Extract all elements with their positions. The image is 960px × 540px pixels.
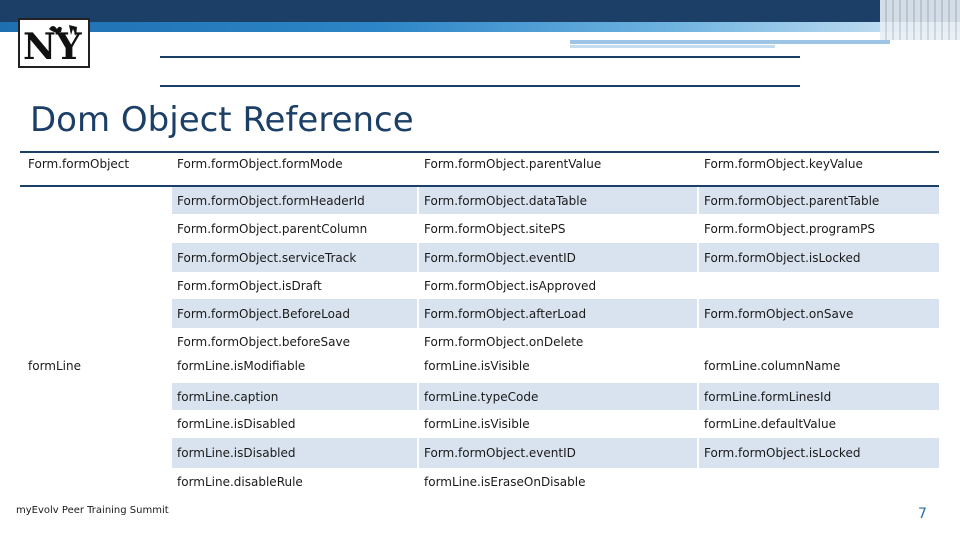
- table-row: Form.formObject Form.formObject.formMode F…: [20, 153, 939, 185]
- logo-text: NY: [23, 26, 83, 65]
- row-group-label: [20, 438, 170, 468]
- row-group-label: [20, 243, 170, 272]
- property-cell: Form.formObject.formHeaderId: [172, 187, 417, 214]
- banner-texture: [880, 0, 960, 40]
- property-cell: [699, 328, 939, 355]
- property-cell: Form.formObject.onDelete: [424, 334, 584, 349]
- table-row: formLine.caption formLine.typeCode formLin…: [20, 383, 939, 410]
- page-title: Dom Object Reference: [30, 100, 414, 140]
- property-cell: Form.formObject.isDraft: [177, 278, 322, 293]
- page-number: 7: [918, 506, 927, 522]
- property-cell: formLine.caption: [172, 383, 417, 410]
- table-row: formLine.isDisabled Form.formObject.event…: [20, 438, 939, 468]
- title-rule-bottom: [160, 85, 800, 87]
- banner-gradient-strip: [0, 22, 960, 32]
- table-row: Form.formObject.beforeSave Form.formObjec…: [20, 328, 939, 355]
- property-cell: [699, 272, 939, 299]
- property-cell: Form.formObject.keyValue: [704, 157, 863, 171]
- title-rule-top: [160, 56, 800, 58]
- table-row: Form.formObject.formHeaderId Form.formObj…: [20, 185, 939, 214]
- property-cell: Form.formObject.sitePS: [424, 221, 566, 236]
- property-cell: Form.formObject.parentTable: [699, 187, 939, 214]
- property-cell: Form.formObject.dataTable: [419, 187, 697, 214]
- row-group-label: [20, 468, 170, 495]
- property-cell: Form.formObject.serviceTrack: [172, 243, 417, 272]
- row-group-label: [20, 214, 170, 243]
- table-row: formLine.isDisabled formLine.isVisible for…: [20, 410, 939, 438]
- top-banner: [0, 0, 960, 22]
- accent-bar-secondary: [570, 45, 775, 48]
- row-group-label: [20, 299, 170, 328]
- property-cell: Form.formObject.eventID: [419, 243, 697, 272]
- property-cell: Form.formObject.formMode: [177, 157, 343, 171]
- property-cell: Form.formObject.eventID: [419, 438, 697, 468]
- accent-bar: [570, 40, 890, 44]
- ny-logo-icon: NY: [23, 25, 83, 65]
- property-cell: Form.formObject.beforeSave: [177, 334, 350, 349]
- row-group-label: [20, 410, 170, 438]
- property-cell: Form.formObject.programPS: [704, 221, 875, 236]
- property-cell: Form.formObject.BeforeLoad: [172, 299, 417, 328]
- property-cell: formLine.isDisabled: [177, 417, 296, 431]
- row-group-label: [20, 272, 170, 299]
- table-row: Form.formObject.BeforeLoad Form.formObjec…: [20, 299, 939, 328]
- property-cell: formLine.isVisible: [424, 417, 530, 431]
- table-row: Form.formObject.isDraft Form.formObject.i…: [20, 272, 939, 299]
- row-group-label: [20, 187, 170, 214]
- row-group-label: [20, 328, 170, 355]
- property-cell: Form.formObject.onSave: [699, 299, 939, 328]
- property-cell: formLine.typeCode: [419, 383, 697, 410]
- property-cell: formLine.formLinesId: [699, 383, 939, 410]
- property-cell: formLine.defaultValue: [704, 417, 836, 431]
- property-cell: Form.formObject.parentValue: [424, 157, 602, 171]
- table-row: Form.formObject.serviceTrack Form.formObj…: [20, 243, 939, 272]
- property-cell: Form.formObject.parentColumn: [177, 221, 368, 236]
- property-cell: Form.formObject.isApproved: [424, 278, 597, 293]
- property-cell: [699, 468, 939, 495]
- table-row: Form.formObject.parentColumn Form.formObj…: [20, 214, 939, 243]
- footer-text: myEvolv Peer Training Summit: [16, 505, 169, 516]
- table-row: formLine.disableRule formLine.isEraseOnDi…: [20, 468, 939, 495]
- ny-logo: NY: [18, 18, 90, 68]
- property-cell: formLine.disableRule: [177, 474, 303, 489]
- property-cell: formLine.isDisabled: [172, 438, 417, 468]
- property-cell: Form.formObject.isLocked: [699, 243, 939, 272]
- row-group-label: [20, 383, 170, 410]
- property-cell: Form.formObject.isLocked: [699, 438, 939, 468]
- row-group-label: Form.formObject: [28, 157, 130, 171]
- property-cell: formLine.isEraseOnDisable: [424, 474, 586, 489]
- property-cell: Form.formObject.afterLoad: [419, 299, 697, 328]
